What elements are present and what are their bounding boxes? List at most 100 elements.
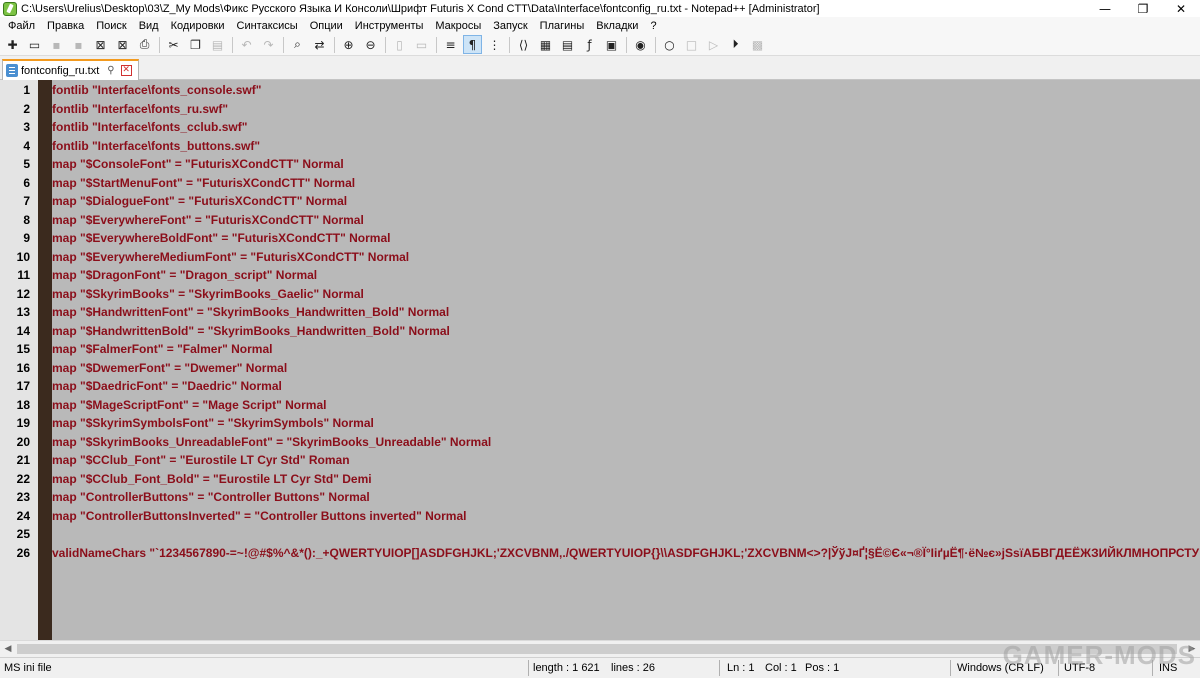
stop-macro-icon[interactable]: □ xyxy=(682,35,701,54)
text-area[interactable]: fontlib "Interface\fonts_console.swf" fon… xyxy=(52,80,1200,640)
code-line[interactable]: map "$StartMenuFont" = "FuturisXCondCTT"… xyxy=(52,174,355,193)
code-line[interactable]: map "$MageScriptFont" = "Mage Script" No… xyxy=(52,396,326,415)
line-number: 15 xyxy=(16,342,30,356)
close-icon[interactable]: ⊠ xyxy=(91,35,110,54)
close-all-icon[interactable]: ⊠ xyxy=(113,35,132,54)
close-window-button[interactable]: ✕ xyxy=(1162,0,1200,17)
code-line[interactable]: map "$CClub_Font_Bold" = "Eurostile LT C… xyxy=(52,470,372,489)
code-line[interactable]: map "$DialogueFont" = "FuturisXCondCTT" … xyxy=(52,192,347,211)
editor[interactable]: 1 2 3 4 5 6 7 8 9 10 11 12 13 14 15 16 17 18 19 20 21 22 23 24 2… xyxy=(0,80,1200,640)
line-number: 4 xyxy=(23,138,30,153)
document-list-icon[interactable]: ▤ xyxy=(558,35,577,54)
line-number: 2 xyxy=(23,101,30,116)
code-line[interactable]: fontlib "Interface\fonts_buttons.swf" xyxy=(52,137,260,156)
menu-item[interactable]: Инструменты xyxy=(349,20,430,32)
open-file-icon[interactable]: ▭ xyxy=(25,35,44,54)
code-line[interactable]: validNameChars "`1234567890-=~!@#$%^&*()… xyxy=(52,544,1199,563)
line-number: 18 xyxy=(16,397,30,412)
document-map-icon[interactable]: ▦ xyxy=(536,35,555,54)
run-macro-multiple-icon[interactable]: ⏵ xyxy=(726,35,745,54)
sync-horizontal-icon[interactable]: ▭ xyxy=(412,35,431,54)
function-list-icon[interactable]: ƒ xyxy=(580,35,599,54)
menu-item[interactable]: Файл xyxy=(2,20,41,32)
new-file-icon[interactable]: ✚ xyxy=(3,35,22,54)
paste-icon[interactable]: ▤ xyxy=(208,35,227,54)
menu-item[interactable]: ? xyxy=(644,20,662,32)
code-line[interactable]: map "$SkyrimBooks_UnreadableFont" = "Sky… xyxy=(52,433,491,452)
status-divider xyxy=(528,660,529,676)
word-wrap-icon[interactable]: ≡ xyxy=(441,35,460,54)
menu-item[interactable]: Плагины xyxy=(534,20,591,32)
code-line[interactable]: map "$DaedricFont" = "Daedric" Normal xyxy=(52,377,282,396)
save-all-icon[interactable]: ▪ xyxy=(69,35,88,54)
code-line[interactable]: fontlib "Interface\fonts_console.swf" xyxy=(52,81,261,100)
print-icon[interactable]: ⎙ xyxy=(135,35,154,54)
redo-icon[interactable]: ↷ xyxy=(259,35,278,54)
monitoring-icon[interactable]: ◉ xyxy=(631,35,650,54)
code-line[interactable]: map "$HandwrittenFont" = "SkyrimBooks_Ha… xyxy=(52,303,449,322)
menu-item[interactable]: Вкладки xyxy=(590,20,644,32)
pin-icon[interactable]: ⚲ xyxy=(107,65,114,76)
menu-item[interactable]: Кодировки xyxy=(165,20,231,32)
tab-close-button[interactable]: ✕ xyxy=(120,65,132,76)
menu-item[interactable]: Макросы xyxy=(429,20,487,32)
status-pos: Pos : 1 xyxy=(805,662,840,674)
xml-tag-icon[interactable]: ⟨⟩ xyxy=(514,35,533,54)
menu-item[interactable]: Правка xyxy=(41,20,90,32)
code-line[interactable]: map "$EverywhereMediumFont" = "FuturisXC… xyxy=(52,248,409,267)
code-line[interactable]: map "$FalmerFont" = "Falmer" Normal xyxy=(52,340,272,359)
cut-icon[interactable]: ✂ xyxy=(164,35,183,54)
code-line[interactable]: map "$EverywhereBoldFont" = "FuturisXCon… xyxy=(52,229,390,248)
menu-item[interactable]: Опции xyxy=(304,20,349,32)
save-macro-icon[interactable]: ▩ xyxy=(748,35,767,54)
fold-margin[interactable] xyxy=(38,80,52,640)
code-line[interactable]: map "ControllerButtonsInverted" = "Contr… xyxy=(52,507,466,526)
copy-icon[interactable]: ❐ xyxy=(186,35,205,54)
code-line[interactable]: map "$DragonFont" = "Dragon_script" Norm… xyxy=(52,266,317,285)
folder-workspace-icon[interactable]: ▣ xyxy=(602,35,621,54)
tab-label: fontconfig_ru.txt xyxy=(21,64,100,77)
title-bar: C:\Users\Urelius\Desktop\03\Z_My Mods\Фи… xyxy=(0,0,1200,17)
code-line[interactable]: fontlib "Interface\fonts_cclub.swf" xyxy=(52,118,247,137)
toolbar-separator xyxy=(655,36,656,53)
line-number: 20 xyxy=(16,434,30,449)
menu-item[interactable]: Запуск xyxy=(487,20,533,32)
tab-fontconfig-ru[interactable]: fontconfig_ru.txt ⚲ ✕ xyxy=(2,59,139,80)
line-number: 26 xyxy=(16,545,30,560)
code-line[interactable]: map "$ConsoleFont" = "FuturisXCondCTT" N… xyxy=(52,155,344,174)
zoom-out-icon[interactable]: ⊖ xyxy=(361,35,380,54)
code-line[interactable]: map "$SkyrimSymbolsFont" = "SkyrimSymbol… xyxy=(52,414,374,433)
code-line[interactable]: map "$SkyrimBooks" = "SkyrimBooks_Gaelic… xyxy=(52,285,364,304)
toolbar-separator xyxy=(159,36,160,53)
file-icon xyxy=(6,64,18,77)
line-number: 25 xyxy=(16,527,30,541)
minimize-button[interactable]: — xyxy=(1086,0,1124,17)
code-line[interactable]: map "ControllerButtons" = "Controller Bu… xyxy=(52,488,370,507)
toolbar-separator xyxy=(385,36,386,53)
zoom-in-icon[interactable]: ⊕ xyxy=(339,35,358,54)
replace-icon[interactable]: ⇄ xyxy=(310,35,329,54)
code-line[interactable]: fontlib "Interface\fonts_ru.swf" xyxy=(52,100,228,119)
menu-item[interactable]: Синтаксисы xyxy=(231,20,304,32)
show-all-chars-icon[interactable]: ¶ xyxy=(463,35,482,54)
code-line[interactable]: map "$DwemerFont" = "Dwemer" Normal xyxy=(52,359,287,378)
save-icon[interactable]: ▪ xyxy=(47,35,66,54)
find-icon[interactable]: ⌕ xyxy=(288,35,307,54)
code-line[interactable]: map "$HandwrittenBold" = "SkyrimBooks_Ha… xyxy=(52,322,450,341)
toolbar-separator xyxy=(232,36,233,53)
indent-guide-icon[interactable]: ⋮ xyxy=(485,35,504,54)
maximize-button[interactable]: ❐ xyxy=(1124,0,1162,17)
scroll-left-icon[interactable]: ◀ xyxy=(0,641,16,657)
status-col: Col : 1 xyxy=(765,662,797,674)
undo-icon[interactable]: ↶ xyxy=(237,35,256,54)
menu-item[interactable]: Вид xyxy=(133,20,165,32)
sync-vertical-icon[interactable]: ▯ xyxy=(390,35,409,54)
code-line[interactable]: map "$EverywhereFont" = "FuturisXCondCTT… xyxy=(52,211,364,230)
code-line[interactable]: map "$CClub_Font" = "Eurostile LT Cyr St… xyxy=(52,451,350,470)
window-title: C:\Users\Urelius\Desktop\03\Z_My Mods\Фи… xyxy=(21,2,820,15)
play-macro-icon[interactable]: ▷ xyxy=(704,35,723,54)
menu-item[interactable]: Поиск xyxy=(90,20,132,32)
status-divider xyxy=(719,660,720,676)
status-divider xyxy=(950,660,951,676)
record-macro-icon[interactable]: ○ xyxy=(660,35,679,54)
